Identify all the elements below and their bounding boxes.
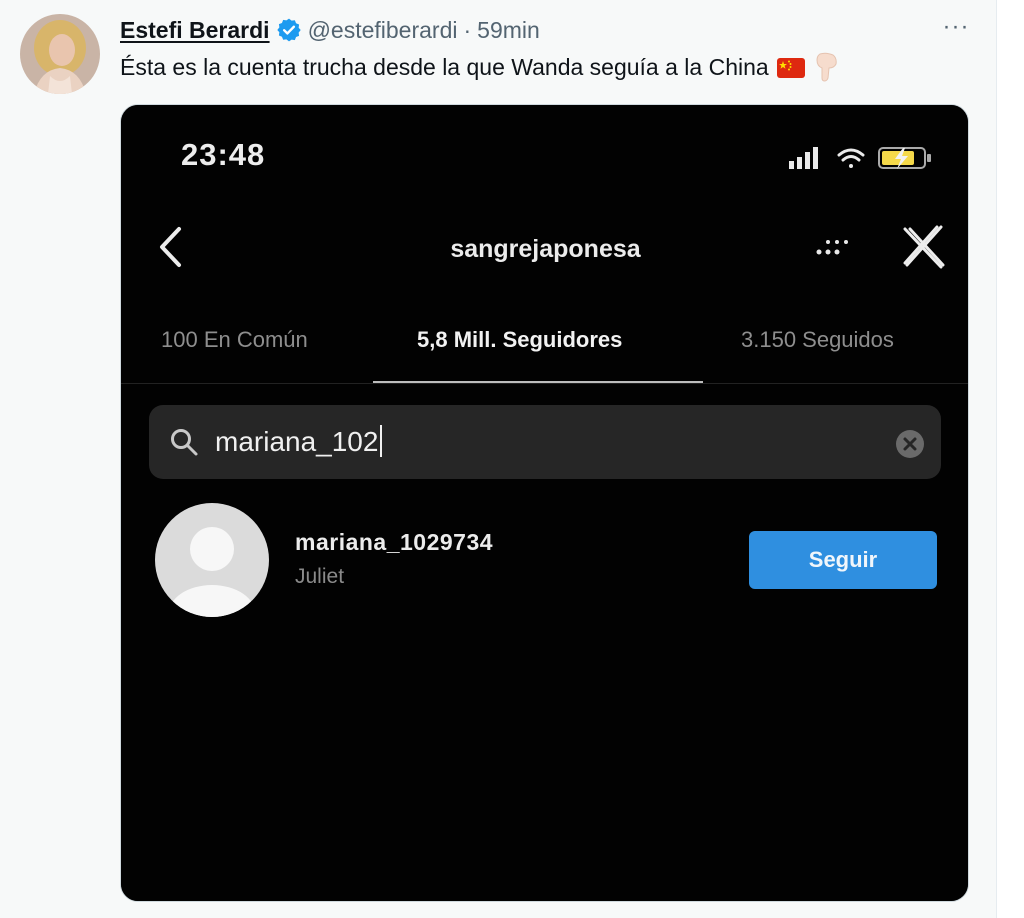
search-icon (169, 427, 199, 457)
author-handle[interactable]: @estefiberardi (308, 17, 458, 44)
wifi-icon (837, 148, 865, 168)
signal-icon (789, 147, 818, 169)
tab-mutual[interactable]: 100 En Común (161, 327, 308, 353)
search-result-row[interactable]: mariana_1029734 Juliet Seguir (121, 501, 968, 621)
result-full-name: Juliet (295, 565, 345, 588)
tabs-divider (121, 383, 968, 384)
right-column-edge (996, 0, 1024, 918)
tweet-text: Ésta es la cuenta trucha desde la que Wa… (120, 52, 839, 82)
tweet-timestamp[interactable]: 59min (477, 17, 540, 44)
text-caret (380, 425, 383, 457)
follow-button[interactable]: Seguir (749, 531, 937, 589)
tweet-body: Ésta es la cuenta trucha desde la que Wa… (120, 53, 769, 80)
china-flag-icon (776, 57, 805, 78)
result-username[interactable]: mariana_1029734 (295, 529, 493, 556)
more-dots-icon[interactable] (811, 231, 859, 261)
search-input[interactable]: mariana_102 (149, 405, 941, 479)
phone-screenshot: 23:48 sangrejaponesa 100 En Común 5,8 Mi… (121, 105, 968, 901)
default-avatar-icon[interactable] (155, 503, 269, 617)
status-clock: 23:48 (181, 137, 266, 172)
tweet-media-image[interactable]: 23:48 sangrejaponesa 100 En Común 5,8 Mi… (120, 104, 969, 902)
tab-followers[interactable]: 5,8 Mill. Seguidores (417, 327, 622, 353)
status-bar-icons (787, 143, 937, 173)
more-options-button[interactable]: ··· (940, 14, 972, 46)
follow-tabs: 100 En Común 5,8 Mill. Seguidores 3.150 … (121, 315, 968, 381)
verified-badge-icon (276, 17, 302, 43)
close-icon[interactable] (901, 219, 947, 273)
author-display-name[interactable]: Estefi Berardi (120, 17, 270, 44)
author-avatar[interactable] (20, 14, 100, 94)
pointing-down-hand-icon (813, 52, 839, 82)
battery-charging-icon (878, 147, 931, 169)
clear-icon[interactable] (895, 429, 925, 459)
tweet-header: Estefi Berardi @estefiberardi · 59min (120, 14, 540, 46)
tab-following[interactable]: 3.150 Seguidos (741, 327, 894, 353)
search-value: mariana_102 (215, 425, 383, 458)
tweet[interactable]: Estefi Berardi @estefiberardi · 59min ··… (0, 0, 996, 918)
header-separator: · (463, 16, 472, 43)
